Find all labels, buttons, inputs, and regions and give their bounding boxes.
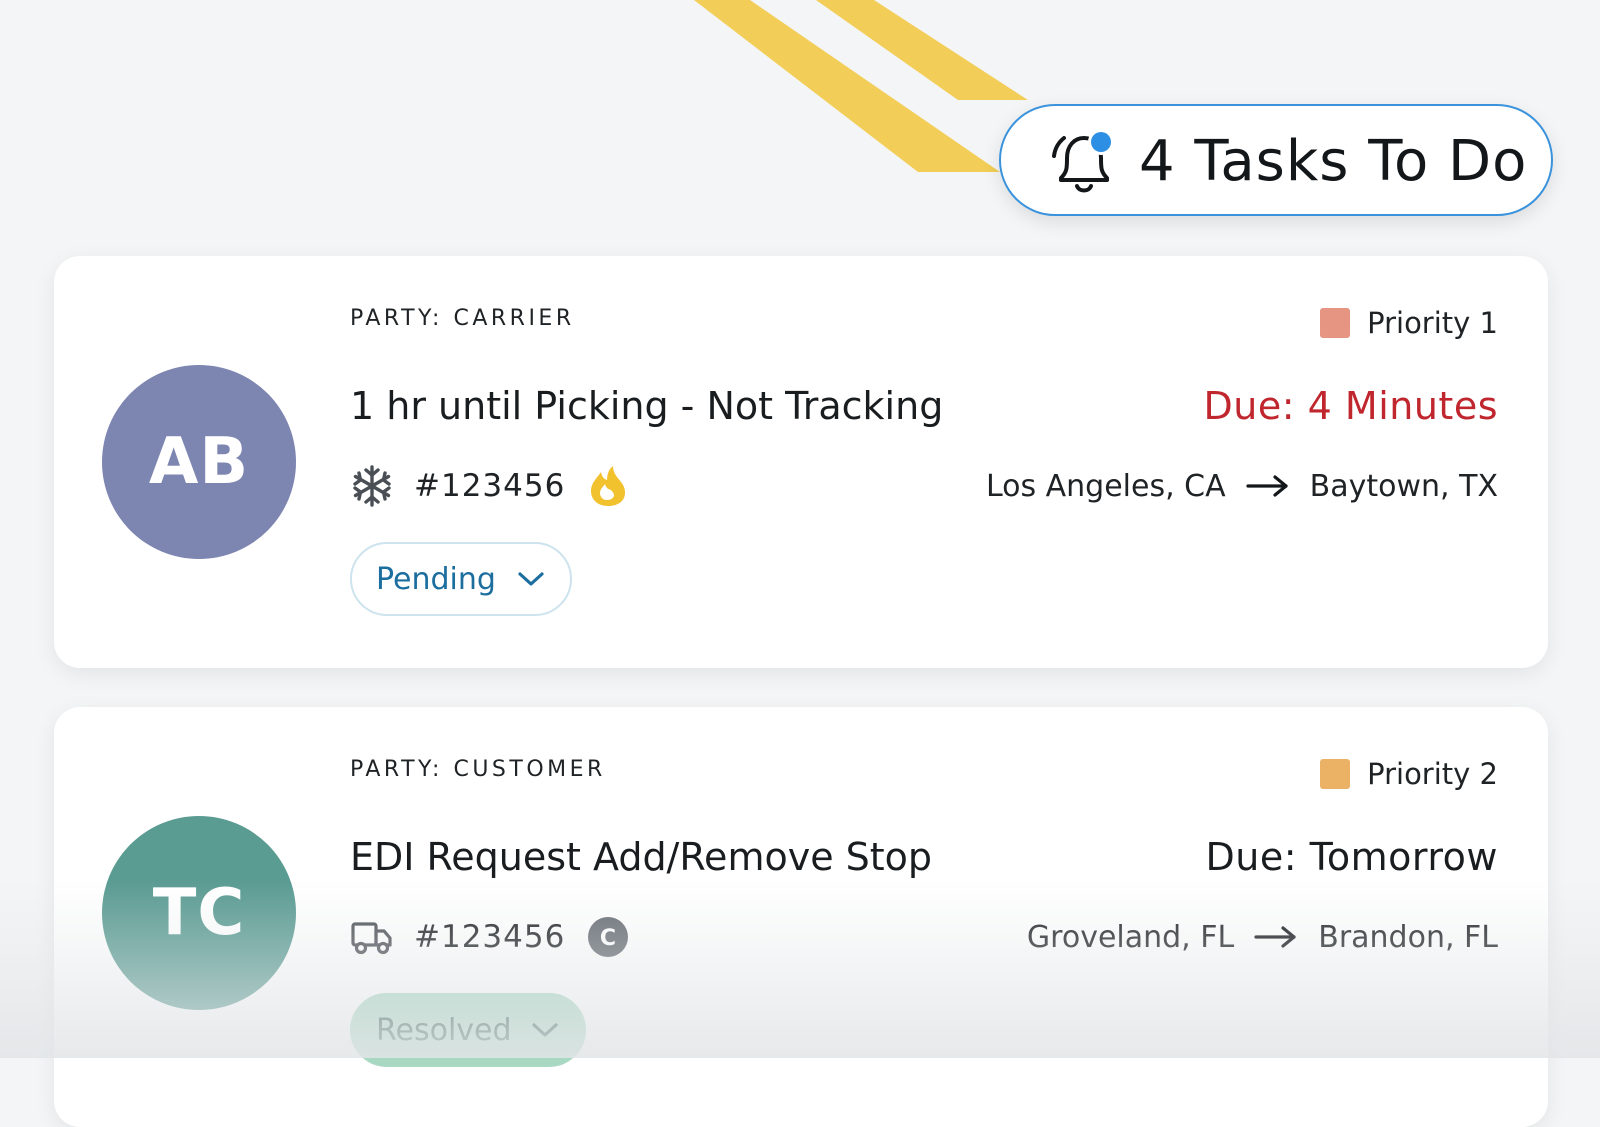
- bell-notification-icon: [1052, 129, 1114, 193]
- load-number: #123456: [414, 919, 566, 955]
- arrow-right-icon: [1254, 926, 1296, 948]
- priority-label: Priority 1: [1367, 306, 1498, 340]
- status-dropdown[interactable]: Pending: [350, 542, 572, 616]
- priority-swatch: [1320, 308, 1351, 338]
- flame-icon: [591, 466, 626, 506]
- load-number: #123456: [414, 468, 566, 504]
- avatar: TC: [102, 816, 296, 1010]
- party-label: PARTY: CUSTOMER: [350, 757, 606, 782]
- load-meta: #123456 C: [350, 913, 629, 961]
- tasks-count-label: 4 Tasks To Do: [1139, 129, 1528, 194]
- party-label: PARTY: CARRIER: [350, 306, 575, 331]
- priority-swatch: [1320, 759, 1351, 789]
- tasks-to-do-button[interactable]: 4 Tasks To Do: [999, 104, 1553, 216]
- route: Los Angeles, CA Baytown, TX: [986, 462, 1498, 510]
- snowflake-icon: [353, 465, 391, 507]
- c-badge-letter: C: [600, 926, 616, 951]
- priority-indicator: Priority 2: [1320, 757, 1498, 791]
- chevron-down-icon: [518, 572, 544, 586]
- status-label: Pending: [376, 561, 496, 597]
- priority-label: Priority 2: [1367, 757, 1498, 791]
- task-card[interactable]: AB PARTY: CARRIER 1 hr until Picking - N…: [54, 256, 1548, 668]
- origin-location: Los Angeles, CA: [985, 468, 1226, 504]
- task-title: EDI Request Add/Remove Stop: [350, 835, 933, 879]
- status-dropdown[interactable]: Resolved: [350, 993, 586, 1067]
- task-title: 1 hr until Picking - Not Tracking: [350, 384, 944, 428]
- destination-location: Brandon, FL: [1318, 919, 1498, 955]
- arrow-right-icon: [1246, 475, 1288, 497]
- status-label: Resolved: [376, 1012, 512, 1048]
- load-meta: #123456: [350, 462, 629, 510]
- route: Groveland, FL Brandon, FL: [1027, 913, 1498, 961]
- task-card[interactable]: TC PARTY: CUSTOMER EDI Request Add/Remov…: [54, 707, 1548, 1127]
- origin-location: Groveland, FL: [1026, 919, 1235, 955]
- chevron-down-icon: [532, 1023, 558, 1037]
- due-label: Due: 4 Minutes: [1203, 384, 1498, 428]
- destination-location: Baytown, TX: [1309, 468, 1498, 504]
- due-label: Due: Tomorrow: [1205, 835, 1498, 879]
- truck-icon: [351, 922, 392, 955]
- c-badge-icon: C: [588, 917, 629, 957]
- priority-indicator: Priority 1: [1320, 306, 1498, 340]
- avatar: AB: [102, 365, 296, 559]
